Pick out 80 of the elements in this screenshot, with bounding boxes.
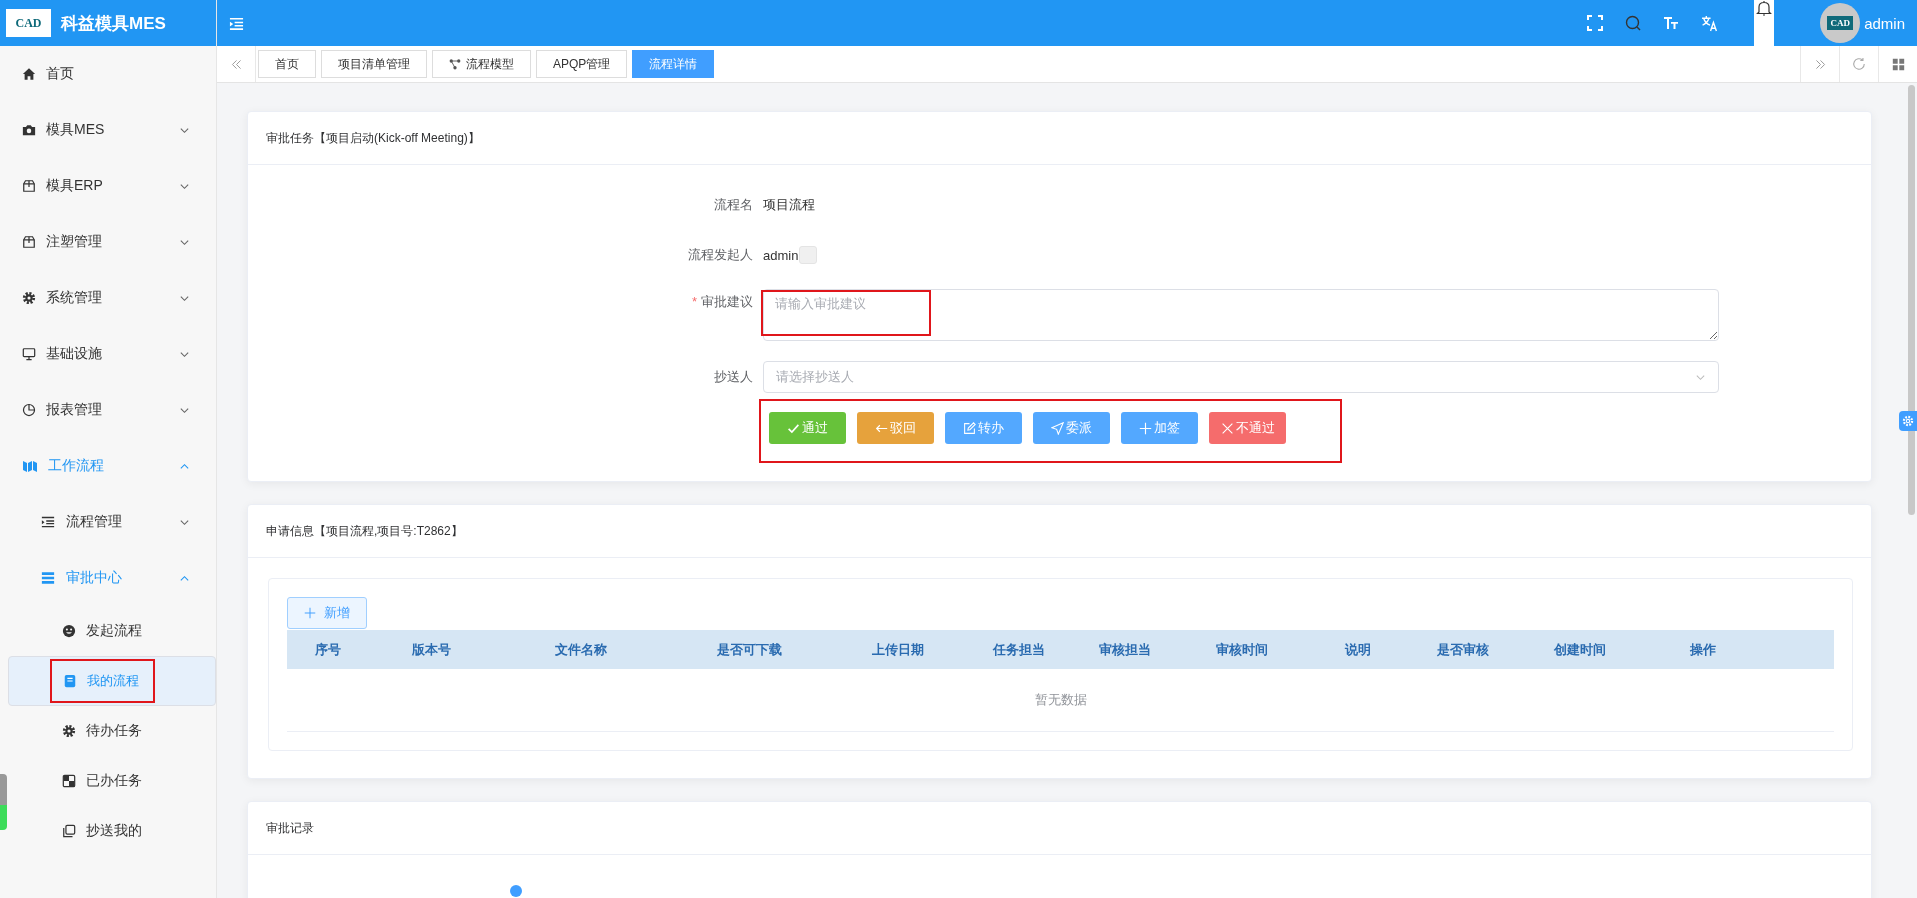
send-icon xyxy=(1051,421,1064,435)
settings-icon xyxy=(62,724,76,738)
notification-button[interactable] xyxy=(1754,0,1775,46)
stacked-bars-icon xyxy=(40,571,56,585)
monitor-icon xyxy=(22,347,36,361)
checker-icon xyxy=(62,774,76,788)
package-icon xyxy=(22,235,36,249)
edit-icon xyxy=(963,421,976,435)
column-header: 版本号 xyxy=(411,640,452,659)
sidebar-item[interactable]: 系统管理 xyxy=(8,270,216,326)
plus-icon xyxy=(1139,421,1152,435)
required-mark: * xyxy=(691,294,697,309)
card-title: 审批记录 xyxy=(266,819,314,837)
nodes-icon xyxy=(449,58,461,70)
double-chevron-right-icon xyxy=(1813,57,1827,71)
sidebar-item[interactable]: 模具ERP xyxy=(8,158,216,214)
sidebar-item[interactable]: 首页 xyxy=(8,46,216,102)
empty-tag xyxy=(799,246,818,264)
settings-button[interactable] xyxy=(1899,411,1917,431)
input-field[interactable]: 请输入审批建议 xyxy=(763,289,1719,341)
sidebar-item[interactable]: 报表管理 xyxy=(8,382,216,438)
indent-list-icon xyxy=(40,515,56,529)
card-title: 申请信息【项目流程,项目号:T2862】 xyxy=(266,522,463,540)
column-header: 序号 xyxy=(314,640,342,659)
field-value: 项目流程 xyxy=(763,196,815,214)
smiley-icon xyxy=(62,624,76,638)
column-header: 上传日期 xyxy=(871,640,925,659)
translate-icon[interactable] xyxy=(1701,14,1719,32)
sidebar-item[interactable]: 流程管理 xyxy=(8,494,216,550)
page-tab[interactable]: 首页 xyxy=(258,50,316,78)
page-tab[interactable]: 项目清单管理 xyxy=(321,50,427,78)
column-header: 审核时间 xyxy=(1214,640,1269,659)
field-label: 审批建议 xyxy=(701,294,753,309)
camera-icon xyxy=(22,123,36,137)
sidebar-item[interactable]: 基础设施 xyxy=(8,326,216,382)
field-value: admin xyxy=(763,247,799,263)
grid-icon xyxy=(1891,57,1905,71)
sidebar-item[interactable]: 注塑管理 xyxy=(8,214,216,270)
column-header: 审核担当 xyxy=(1097,640,1152,659)
page-tab[interactable]: 流程模型 xyxy=(432,50,531,78)
page-tab[interactable]: APQP管理 xyxy=(536,50,628,78)
sidebar-item[interactable]: 抄送我的 xyxy=(8,806,216,856)
home-icon xyxy=(22,67,36,81)
settings-icon xyxy=(22,291,36,305)
column-header: 说明 xyxy=(1343,640,1372,659)
bell-icon xyxy=(1756,0,1773,16)
column-header: 任务担当 xyxy=(991,640,1046,659)
card-title: 审批任务【项目启动(Kick-off Meeting)】 xyxy=(266,129,480,147)
column-header: 文件名称 xyxy=(554,640,608,659)
column-header: 是否审核 xyxy=(1435,640,1490,659)
timeline-dot xyxy=(510,885,522,897)
settings-icon xyxy=(1902,415,1914,427)
column-header: 是否可下载 xyxy=(715,640,783,659)
sidebar-item[interactable]: 待办任务 xyxy=(8,706,216,756)
plus-icon xyxy=(304,607,316,619)
scroll-indicator xyxy=(0,774,7,830)
field-label: 抄送人 xyxy=(714,369,753,384)
fullscreen-icon[interactable] xyxy=(1587,15,1604,31)
column-header: 创建时间 xyxy=(1553,640,1607,659)
app-title: 科益模具MES xyxy=(61,12,166,35)
user-avatar[interactable]: CAD xyxy=(1820,3,1861,43)
refresh-icon xyxy=(1852,57,1866,71)
pie-chart-icon xyxy=(22,403,36,417)
search-icon[interactable] xyxy=(1625,15,1642,31)
sidebar-item[interactable]: 已办任务 xyxy=(8,756,216,806)
sidebar-item[interactable]: 模具MES xyxy=(8,102,216,158)
package-icon xyxy=(22,179,36,193)
copy-icon xyxy=(62,824,76,838)
field-label: 流程名 xyxy=(714,197,753,212)
field-label: 流程发起人 xyxy=(688,247,753,262)
sidebar-item[interactable]: 发起流程 xyxy=(8,606,216,656)
company-logo: CAD xyxy=(6,9,51,37)
book-icon xyxy=(63,674,77,688)
workflow-logo-icon xyxy=(22,458,38,474)
column-header: 操作 xyxy=(1689,640,1717,659)
close-icon xyxy=(1220,421,1234,435)
double-chevron-left-icon xyxy=(229,57,243,71)
empty-message: 暂无数据 xyxy=(1034,691,1087,709)
font-size-icon[interactable] xyxy=(1663,15,1680,31)
menu-icon[interactable] xyxy=(229,15,244,31)
